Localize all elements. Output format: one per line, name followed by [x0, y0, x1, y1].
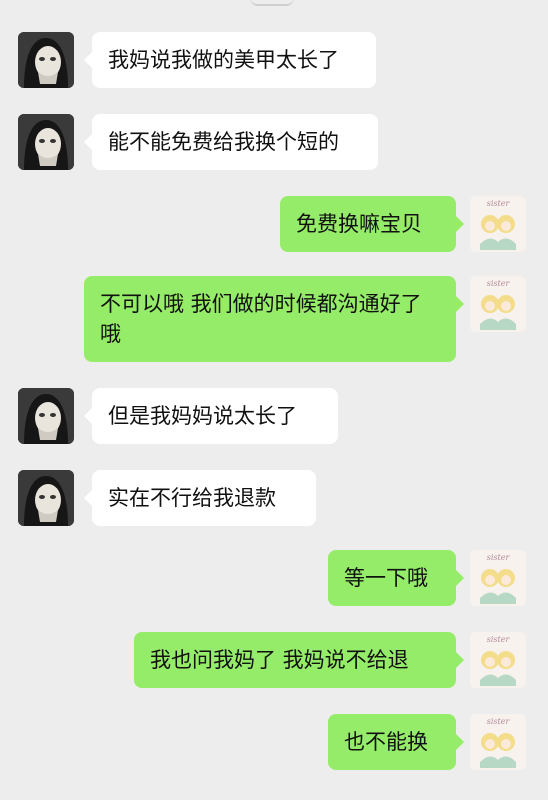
sister-cartoon-avatar[interactable]: sister: [470, 196, 526, 252]
avatar-caption: sister: [487, 717, 511, 726]
message-bubble-incoming[interactable]: 实在不行给我退款: [84, 470, 316, 526]
message-bubble-outgoing[interactable]: 我也问我妈了 我妈说不给退: [134, 632, 464, 688]
message-bubble-incoming[interactable]: 我妈说我做的美甲太长了: [84, 32, 376, 88]
message-text: 等一下哦: [344, 566, 428, 590]
sister-cartoon-avatar[interactable]: sister: [470, 632, 526, 688]
message-text: 但是我妈妈说太长了: [108, 404, 297, 428]
message-text: 能不能免费给我换个短的: [108, 130, 339, 154]
chat-window: 我妈说我做的美甲太长了 能不能免费给我换个短的 免费换嘛宝贝 sister 不可…: [0, 0, 548, 800]
sister-cartoon-avatar[interactable]: sister: [470, 276, 526, 332]
girl-with-mask-avatar[interactable]: [18, 114, 74, 170]
message-text: 不可以哦 我们做的时候都沟通好了哦: [100, 292, 422, 346]
message-bubble-incoming[interactable]: 但是我妈妈说太长了: [84, 388, 338, 444]
sister-cartoon-avatar[interactable]: sister: [470, 714, 526, 770]
avatar-caption: sister: [487, 199, 511, 208]
girl-with-mask-avatar[interactable]: [18, 32, 74, 88]
top-bar-edge: [250, 0, 294, 6]
message-text: 实在不行给我退款: [108, 486, 276, 510]
message-text: 我妈说我做的美甲太长了: [108, 48, 339, 72]
message-bubble-outgoing[interactable]: 不可以哦 我们做的时候都沟通好了哦: [84, 276, 464, 362]
message-bubble-outgoing[interactable]: 等一下哦: [328, 550, 464, 606]
message-bubble-incoming[interactable]: 能不能免费给我换个短的: [84, 114, 378, 170]
message-bubble-outgoing[interactable]: 免费换嘛宝贝: [280, 196, 464, 252]
girl-with-mask-avatar[interactable]: [18, 388, 74, 444]
message-text: 也不能换: [344, 730, 428, 754]
avatar-caption: sister: [487, 279, 511, 288]
message-bubble-outgoing[interactable]: 也不能换: [328, 714, 464, 770]
message-text: 免费换嘛宝贝: [296, 212, 422, 236]
avatar-caption: sister: [487, 635, 511, 644]
sister-cartoon-avatar[interactable]: sister: [470, 550, 526, 606]
girl-with-mask-avatar[interactable]: [18, 470, 74, 526]
message-text: 我也问我妈了 我妈说不给退: [150, 648, 409, 672]
avatar-caption: sister: [487, 553, 511, 562]
